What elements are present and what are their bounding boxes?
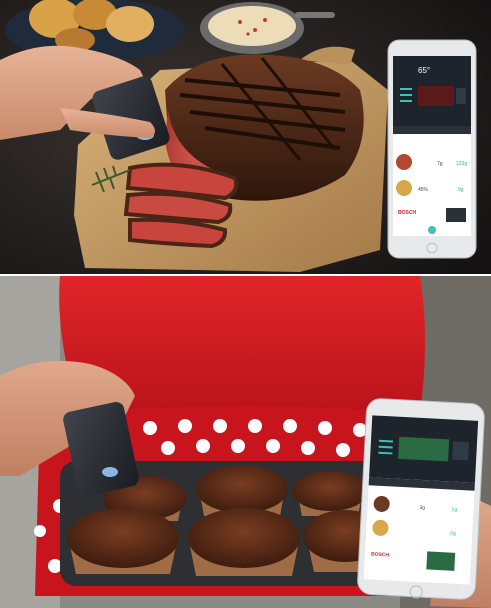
brand-label: BOSCH xyxy=(371,551,390,558)
steak-scene: 65° 7g 123g 45% 0g BOSCH xyxy=(0,0,491,274)
row-1-left: 7g xyxy=(437,161,443,167)
muffin xyxy=(188,508,300,576)
food-thumbnail xyxy=(396,154,412,170)
steak-slices xyxy=(123,162,239,249)
row-2-right: 0g xyxy=(450,531,456,537)
steak-photo: 65° 7g 123g 45% 0g BOSCH xyxy=(0,0,491,274)
row-1-right: 123g xyxy=(456,161,467,167)
food-thumbnail xyxy=(396,180,412,196)
smartphone-top: 65° 7g 123g 45% 0g BOSCH xyxy=(387,39,477,259)
row-1-right: 1g xyxy=(451,507,457,513)
muffin xyxy=(67,508,179,574)
smartphone-bottom: 3g 1g 0g BOSCH xyxy=(357,398,491,608)
muffin-photo: 3g 1g 0g BOSCH xyxy=(0,276,491,608)
row-2-right: 0g xyxy=(458,187,464,193)
row-1-left: 3g xyxy=(419,505,425,511)
photo-collage: 65° 7g 123g 45% 0g BOSCH 3g 1g 0g BOSCH xyxy=(0,0,491,608)
temperature-readout: 65° xyxy=(418,66,430,75)
brand-label: BOSCH xyxy=(398,210,416,216)
muffin xyxy=(292,471,368,516)
row-2-left: 45% xyxy=(418,187,429,193)
muffin-scene: 3g 1g 0g BOSCH xyxy=(0,276,491,608)
